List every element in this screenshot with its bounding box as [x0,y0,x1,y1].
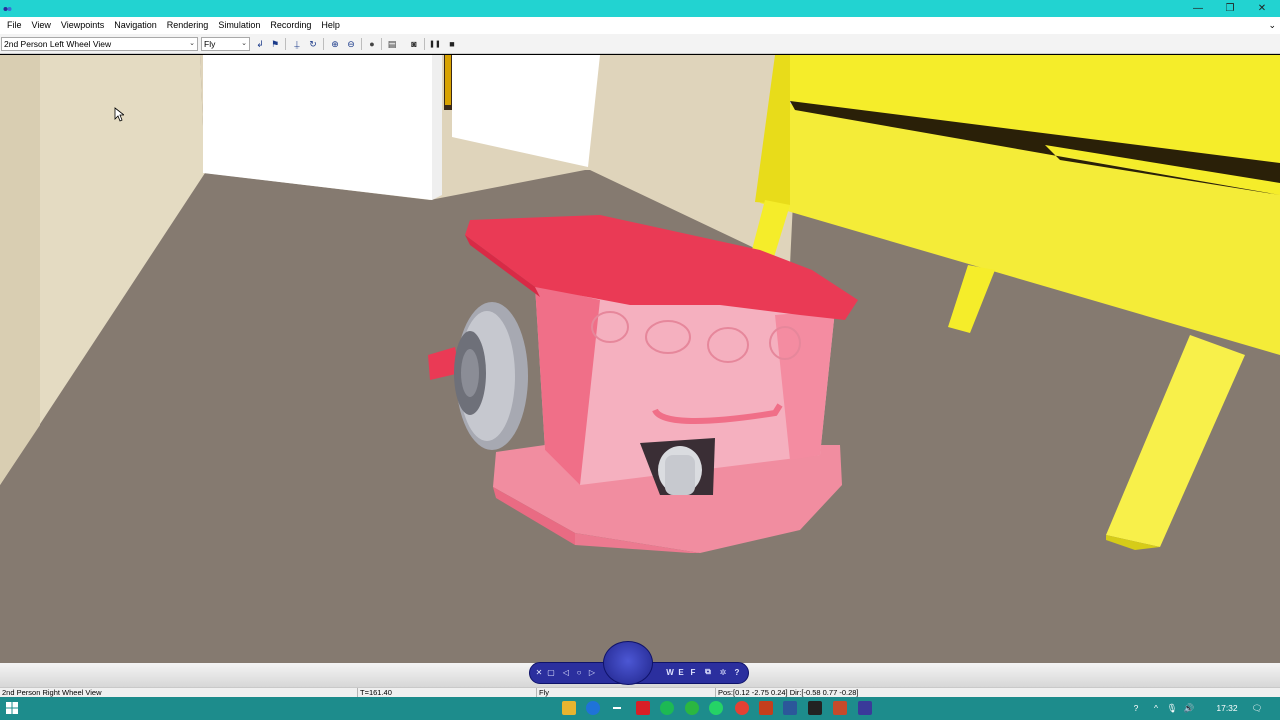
viewpoint-select[interactable]: 2nd Person Left Wheel View ⌄ [1,37,198,51]
record-icon[interactable]: ● [365,37,379,51]
menu-simulation[interactable]: Simulation [213,17,265,34]
return-arrow-icon[interactable]: ↲ [253,37,267,51]
camera-icon[interactable]: ◙ [407,37,421,51]
app-icon [3,7,12,11]
3d-viewport[interactable] [0,55,1280,663]
edge-icon[interactable] [586,701,600,715]
maximize-button[interactable]: ❐ [1214,0,1246,17]
volume-icon[interactable]: 🔊 [1182,701,1196,715]
nav-center-icon[interactable]: ○ [573,666,585,678]
rotate-icon[interactable]: ↻ [306,37,320,51]
mouse-cursor-icon [114,107,124,122]
nav-examine-button[interactable]: E [675,666,687,678]
nav-right-icon[interactable]: ▷ [586,666,598,678]
taskbar: ? ^ 🎙 🔊 17:32 🗨 [0,697,1280,720]
nav-settings-icon[interactable]: ✲ [717,666,729,678]
menu-file[interactable]: File [2,17,27,34]
help-tray-icon[interactable]: ? [1128,701,1144,715]
close-button[interactable]: ✕ [1246,0,1278,17]
chat-app-icon[interactable] [685,701,699,715]
zoom-out-icon[interactable]: ⊖ [344,37,358,51]
status-bar: 2nd Person Right Wheel View T=161.40 Fly… [0,687,1280,698]
menu-recording[interactable]: Recording [265,17,316,34]
vrml-viewer-icon[interactable] [858,701,872,715]
spotify-icon[interactable] [660,701,674,715]
menu-viewpoints[interactable]: Viewpoints [56,17,109,34]
menu-rendering[interactable]: Rendering [162,17,214,34]
stop-icon[interactable]: ■ [445,37,459,51]
navigation-mode-value: Fly [204,39,216,49]
nav-help-icon[interactable]: ? [731,666,743,678]
title-bar: — ❐ ✕ [0,0,1280,17]
nav-close-icon[interactable]: ✕ [533,666,545,678]
whatsapp-icon[interactable] [709,701,723,715]
file-explorer-icon[interactable] [562,701,576,715]
zoom-in-icon[interactable]: ⊕ [328,37,342,51]
word-icon[interactable] [783,701,797,715]
matlab-icon[interactable] [833,701,847,715]
toolbar: 2nd Person Left Wheel View ⌄ Fly ⌄ ↲ ⚑ ⍊… [0,34,1280,54]
nav-left-icon[interactable]: ◁ [560,666,572,678]
lift-icon[interactable]: ⍊ [290,37,304,51]
app-r-icon[interactable] [808,701,822,715]
notifications-icon[interactable]: 🗨 [1250,701,1264,715]
clipboard-icon[interactable]: ▤ [385,37,399,51]
chrome-icon[interactable] [735,701,749,715]
minimize-button[interactable]: — [1182,0,1214,17]
tray-chevron-icon[interactable]: ^ [1150,701,1162,715]
windows-start-icon[interactable] [6,702,18,714]
microphone-icon[interactable]: 🎙 [1165,701,1179,715]
nav-fly-button[interactable]: F [687,666,699,678]
scene-render [0,55,1280,663]
powerpoint-icon[interactable] [759,701,773,715]
viewpoint-select-value: 2nd Person Left Wheel View [4,39,112,49]
chevron-down-icon: ⌄ [189,40,195,47]
menu-navigation[interactable]: Navigation [109,17,162,34]
clock[interactable]: 17:32 [1210,701,1244,715]
pause-icon[interactable]: ❚❚ [428,37,442,51]
navigation-wheel[interactable] [603,641,653,685]
dash-icon[interactable] [610,701,624,715]
menu-expand-icon[interactable]: ⌄ [1268,17,1276,34]
menu-view[interactable]: View [27,17,56,34]
netflix-icon[interactable] [636,701,650,715]
chevron-down-icon: ⌄ [241,40,247,47]
flag-icon[interactable]: ⚑ [268,37,282,51]
nav-frame-icon[interactable]: ▢ [545,666,557,678]
menu-help[interactable]: Help [316,17,345,34]
nav-window-icon[interactable]: ⧉ [702,666,714,678]
navigation-mode-select[interactable]: Fly ⌄ [201,37,250,51]
menu-bar: File View Viewpoints Navigation Renderin… [0,17,1280,34]
